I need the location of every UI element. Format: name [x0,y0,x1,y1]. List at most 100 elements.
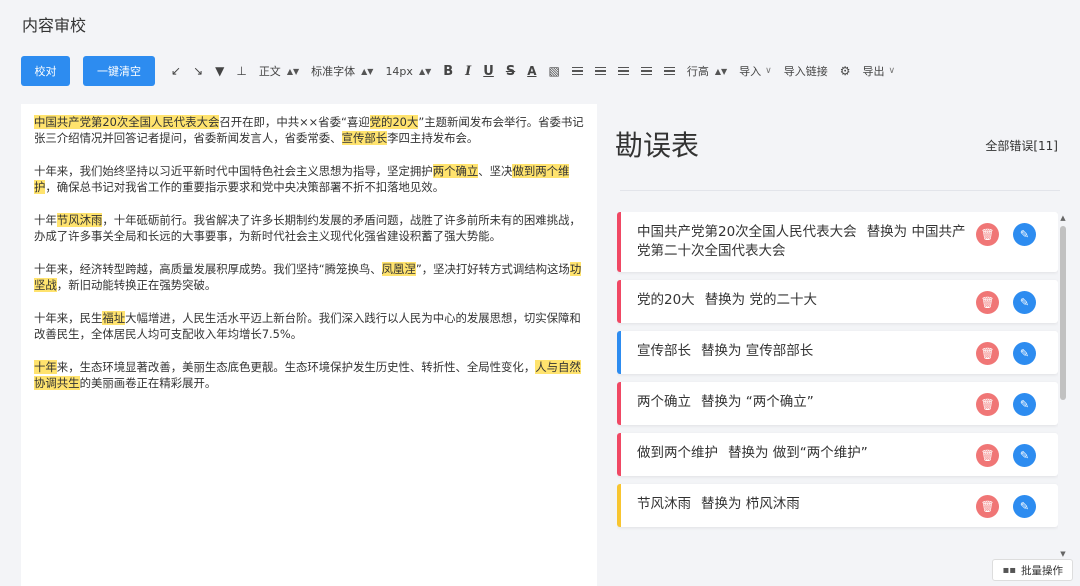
gear-icon[interactable]: ⚙ [840,64,851,78]
card-actions: 🗑 ✎ [976,223,1036,246]
clear-format-icon[interactable]: ⊥ [236,64,246,78]
body-text: 十年来，民生 [34,311,103,325]
delete-icon[interactable]: 🗑 [976,291,999,314]
export-dropdown[interactable]: 导出 ∨ [863,63,896,79]
scroll-down-icon[interactable]: ▼ [1059,550,1067,558]
bold-button[interactable]: B [443,64,453,79]
edit-icon[interactable]: ✎ [1013,342,1036,365]
import-dropdown[interactable]: 导入 ∨ [739,63,772,79]
error-text: 做到两个维护 替换为 做到“两个维护” [637,444,968,463]
body-text: 、坚决 [478,164,513,178]
delete-icon[interactable]: 🗑 [976,495,999,518]
flagged-text[interactable]: 两个确立 [432,164,479,178]
editor-paragraph: 十年节风沐雨，十年砥砺前行。我省解决了许多长期制约发展的矛盾问题，战胜了许多前所… [34,212,585,244]
background-color-icon[interactable]: ▧ [549,64,560,78]
error-text: 宣传部长 替换为 宣传部部长 [637,342,968,361]
card-actions: 🗑 ✎ [976,291,1036,314]
delete-icon[interactable]: 🗑 [976,342,999,365]
error-card[interactable]: 做到两个维护 替换为 做到“两个维护” 🗑 ✎ [617,433,1058,476]
edit-icon[interactable]: ✎ [1013,444,1036,467]
font-family-value: 标准字体 [311,65,356,78]
divider [620,190,1060,191]
body-text: 召开在即，中共××省委“喜迎 [219,115,370,129]
error-card[interactable]: 节风沐雨 替换为 栉风沐雨 🗑 ✎ [617,484,1058,527]
delete-icon[interactable]: 🗑 [976,223,999,246]
edit-icon[interactable]: ✎ [1013,495,1036,518]
italic-button[interactable]: I [465,64,471,79]
select-arrows-icon: ▲▼ [714,66,728,76]
editor-paragraph: 十年来，经济转型跨越，高质量发展积厚成势。我们坚持“腾笼换鸟、凤凰涅”，坚决打好… [34,261,585,293]
flagged-text[interactable]: 涅 [404,262,416,276]
flagged-text[interactable]: 宣传部长 [341,131,388,145]
error-replacement: 替换为 做到“两个维护” [728,445,868,461]
editor-paragraph: 十年来，民生福址大幅增进，人民生活水平迈上新台阶。我们深入践行以人民为中心的发展… [34,310,585,342]
body-text: ，确保总书记对我省工作的重要指示要求和党中央决策部署不折不扣落地见效。 [45,180,445,194]
delete-icon[interactable]: 🗑 [976,444,999,467]
clear-all-button[interactable]: 一键清空 [83,56,155,86]
edit-icon[interactable]: ✎ [1013,223,1036,246]
edit-icon[interactable]: ✎ [1013,393,1036,416]
error-text: 两个确立 替换为 “两个确立” [637,393,968,412]
error-text: 党的20大 替换为 党的二十大 [637,291,968,310]
editor-paragraph: 中国共产党第20次全国人民代表大会召开在即，中共××省委“喜迎党的20大”主题新… [34,114,585,146]
font-color-button[interactable]: A [527,64,536,78]
flagged-text[interactable]: 福址 [102,311,126,325]
unordered-list-icon[interactable] [594,66,606,76]
flagged-text[interactable]: 党的20大 [369,115,419,129]
error-replacement: 替换为 宣传部部长 [701,343,814,359]
undo-icon[interactable]: ↙ [171,64,181,78]
error-card[interactable]: 中国共产党第20次全国人民代表大会 替换为 中国共产党第二十次全国代表大会 🗑 ✎ [617,212,1058,272]
chevron-down-icon: ∨ [888,66,896,76]
editor-toolbar: 校对 一键清空 ↙ ↘ ▼ ⊥ 正文 ▲▼ 标准字体 ▲▼ 14px ▲▼ B … [21,55,907,87]
editor-paragraph: 十年来，我们始终坚持以习近平新时代中国特色社会主义思想为指导，坚定拥护两个确立、… [34,163,585,195]
error-replacement: 替换为 “两个确立” [701,394,814,410]
format-brush-icon[interactable]: ▼ [215,64,224,78]
flagged-text[interactable]: 凤凰 [381,262,405,276]
edit-icon[interactable]: ✎ [1013,291,1036,314]
body-text: 十年来，经济转型跨越，高质量发展积厚成势。我们坚持“腾笼换鸟、 [34,262,382,276]
error-card[interactable]: 党的20大 替换为 党的二十大 🗑 ✎ [617,280,1058,323]
body-text: 十年来，我们始终坚持以习近平新时代中国特色社会主义思想为指导，坚定拥护 [34,164,433,178]
error-list-scrollbar[interactable]: ▲ ▼ [1059,214,1067,558]
redo-icon[interactable]: ↘ [193,64,203,78]
font-size-select[interactable]: 14px ▲▼ [385,65,431,78]
card-actions: 🗑 ✎ [976,444,1036,467]
flagged-text[interactable]: 中国共产党第20次全国人民代表大会 [34,115,220,129]
body-text: 十年 [34,213,57,227]
indent-decrease-icon[interactable] [640,66,652,76]
check-button[interactable]: 校对 [21,56,70,86]
import-link-button[interactable]: 导入链接 [784,63,828,79]
strikethrough-button[interactable]: S [506,64,515,79]
card-actions: 🗑 ✎ [976,495,1036,518]
error-text: 中国共产党第20次全国人民代表大会 替换为 中国共产党第二十次全国代表大会 [637,223,968,261]
line-height-label: 行高 [686,65,709,78]
select-arrows-icon: ▲▼ [286,66,300,76]
body-text: 李四主持发布会。 [387,131,479,145]
errata-title: 勘误表 [615,129,700,162]
underline-button[interactable]: U [483,64,494,79]
flagged-text[interactable]: 十年 [34,360,57,374]
error-card[interactable]: 宣传部长 替换为 宣传部部长 🗑 ✎ [617,331,1058,374]
line-height-select[interactable]: 行高 ▲▼ [687,63,727,79]
scroll-thumb[interactable] [1060,226,1066,400]
font-family-select[interactable]: 标准字体 ▲▼ [311,63,373,79]
batch-operation-button[interactable]: ▪▪ 批量操作 [992,559,1073,581]
error-replacement: 替换为 栉风沐雨 [701,496,800,512]
error-list: 中国共产党第20次全国人民代表大会 替换为 中国共产党第二十次全国代表大会 🗑 ✎ 党的… [617,212,1058,556]
indent-increase-icon[interactable] [617,66,629,76]
error-count[interactable]: 全部错误[11] [985,137,1058,154]
error-card[interactable]: 两个确立 替换为 “两个确立” 🗑 ✎ [617,382,1058,425]
error-original: 节风沐雨 [637,496,691,512]
select-arrows-icon: ▲▼ [418,66,432,76]
ordered-list-icon[interactable] [571,66,583,76]
body-text: 来，生态环境显著改善，美丽生态底色更靓。生态环境保护发生历史性、转折性、全局性变… [56,360,536,374]
text-editor[interactable]: 中国共产党第20次全国人民代表大会召开在即，中共××省委“喜迎党的20大”主题新… [21,104,597,586]
body-text: ”，坚决打好转方式调结构这场 [415,262,570,276]
paragraph-format-select[interactable]: 正文 ▲▼ [259,63,299,79]
card-actions: 🗑 ✎ [976,393,1036,416]
align-icon[interactable] [663,66,675,76]
delete-icon[interactable]: 🗑 [976,393,999,416]
flagged-text[interactable]: 节风沐雨 [56,213,103,227]
paragraph-format-value: 正文 [258,65,281,78]
scroll-up-icon[interactable]: ▲ [1059,214,1067,222]
